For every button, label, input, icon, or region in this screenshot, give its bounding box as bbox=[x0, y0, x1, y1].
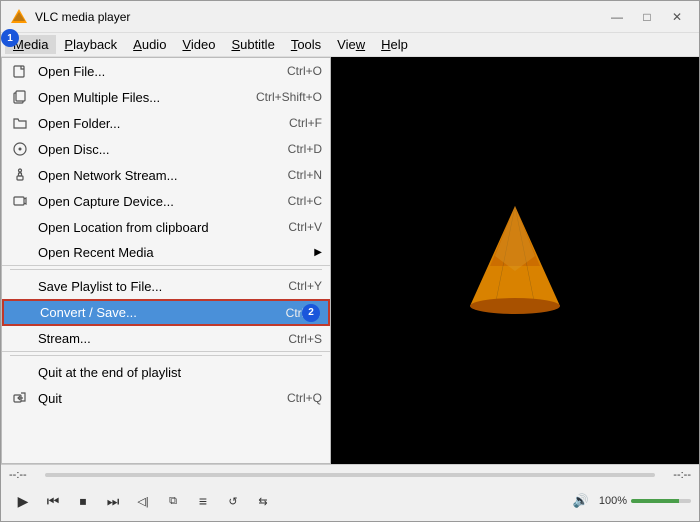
menu-tools[interactable]: Tools bbox=[283, 35, 329, 54]
stream-shortcut: Ctrl+S bbox=[288, 332, 322, 346]
menu-open-file[interactable]: Open File... Ctrl+O bbox=[2, 58, 330, 84]
quit-icon bbox=[10, 388, 30, 408]
open-network-label: Open Network Stream... bbox=[38, 168, 268, 183]
content-area: Open File... Ctrl+O Open Multiple Files.… bbox=[1, 57, 699, 464]
open-file-label: Open File... bbox=[38, 64, 267, 79]
separator-1 bbox=[10, 269, 322, 270]
save-playlist-icon bbox=[10, 276, 30, 296]
video-area bbox=[331, 57, 699, 464]
window-controls: — □ ✕ bbox=[603, 6, 691, 28]
media-dropdown: Open File... Ctrl+O Open Multiple Files.… bbox=[1, 57, 331, 464]
playlist-button[interactable]: ≡ bbox=[189, 487, 217, 515]
vlc-window: VLC media player — □ ✕ 1 Media Playback … bbox=[0, 0, 700, 522]
menu-view[interactable]: View bbox=[329, 35, 373, 54]
shuffle-button[interactable]: ⇆ bbox=[249, 487, 277, 515]
menu-media[interactable]: 1 Media bbox=[5, 35, 56, 54]
quit-end-label: Quit at the end of playlist bbox=[38, 365, 322, 380]
menu-subtitle[interactable]: Subtitle bbox=[223, 35, 282, 54]
seek-bar-row: --:-- --:-- bbox=[1, 465, 699, 483]
open-clipboard-shortcut: Ctrl+V bbox=[288, 220, 322, 234]
open-folder-shortcut: Ctrl+F bbox=[289, 116, 322, 130]
bottom-controls: --:-- --:-- ▶ ⏮ ⏹ ⏭ ◁| ⧉ ≡ ↺ ⇆ 🔊 100% bbox=[1, 464, 699, 521]
time-right: --:-- bbox=[661, 469, 691, 481]
menu-playback[interactable]: Playback bbox=[56, 35, 125, 54]
open-network-icon bbox=[10, 165, 30, 185]
volume-label: 100% bbox=[599, 495, 627, 507]
open-capture-icon bbox=[10, 191, 30, 211]
extended-button[interactable]: ⧉ bbox=[159, 487, 187, 515]
menu-convert[interactable]: Convert / Save... Ctrl+R 2 bbox=[2, 299, 330, 326]
open-clipboard-label: Open Location from clipboard bbox=[38, 220, 268, 235]
menu-save-playlist[interactable]: Save Playlist to File... Ctrl+Y bbox=[2, 273, 330, 299]
play-button[interactable]: ▶ bbox=[9, 487, 37, 515]
maximize-button[interactable]: □ bbox=[633, 6, 661, 28]
volume-area: 🔊 100% bbox=[567, 487, 691, 515]
stop-button[interactable]: ⏹ bbox=[69, 487, 97, 515]
next-button[interactable]: ⏭ bbox=[99, 487, 127, 515]
open-file-shortcut: Ctrl+O bbox=[287, 64, 322, 78]
menu-open-disc[interactable]: Open Disc... Ctrl+D bbox=[2, 136, 330, 162]
minimize-button[interactable]: — bbox=[603, 6, 631, 28]
menu-quit[interactable]: Quit Ctrl+Q bbox=[2, 385, 330, 411]
menu-stream[interactable]: Stream... Ctrl+S bbox=[2, 326, 330, 352]
open-multiple-icon bbox=[10, 87, 30, 107]
loop-button[interactable]: ↺ bbox=[219, 487, 247, 515]
open-recent-arrow: ▶ bbox=[314, 247, 322, 258]
titlebar: VLC media player — □ ✕ bbox=[1, 1, 699, 33]
volume-bar[interactable] bbox=[631, 499, 691, 503]
open-folder-icon bbox=[10, 113, 30, 133]
open-multiple-label: Open Multiple Files... bbox=[38, 90, 236, 105]
open-capture-label: Open Capture Device... bbox=[38, 194, 268, 209]
prev-button[interactable]: ⏮ bbox=[39, 487, 67, 515]
stream-label: Stream... bbox=[38, 331, 268, 346]
controls-row: ▶ ⏮ ⏹ ⏭ ◁| ⧉ ≡ ↺ ⇆ 🔊 100% bbox=[1, 483, 699, 521]
save-playlist-shortcut: Ctrl+Y bbox=[288, 279, 322, 293]
stream-icon bbox=[10, 329, 30, 349]
open-multiple-shortcut: Ctrl+Shift+O bbox=[256, 90, 322, 104]
window-title: VLC media player bbox=[35, 10, 603, 24]
seek-bar[interactable] bbox=[45, 473, 655, 477]
convert-label: Convert / Save... bbox=[40, 305, 266, 320]
open-folder-label: Open Folder... bbox=[38, 116, 269, 131]
quit-end-icon bbox=[10, 362, 30, 382]
media-badge: 1 bbox=[1, 29, 19, 47]
open-recent-label: Open Recent Media bbox=[38, 245, 304, 260]
quit-shortcut: Ctrl+Q bbox=[287, 391, 322, 405]
menu-open-folder[interactable]: Open Folder... Ctrl+F bbox=[2, 110, 330, 136]
menu-video[interactable]: Video bbox=[174, 35, 223, 54]
convert-badge: 2 bbox=[302, 304, 320, 322]
open-capture-shortcut: Ctrl+C bbox=[288, 194, 322, 208]
menu-open-clipboard[interactable]: Open Location from clipboard Ctrl+V bbox=[2, 214, 330, 240]
menu-open-capture[interactable]: Open Capture Device... Ctrl+C bbox=[2, 188, 330, 214]
menu-open-recent[interactable]: Open Recent Media ▶ bbox=[2, 240, 330, 266]
vlc-icon bbox=[9, 7, 29, 27]
open-disc-icon bbox=[10, 139, 30, 159]
open-network-shortcut: Ctrl+N bbox=[288, 168, 322, 182]
time-left: --:-- bbox=[9, 469, 39, 481]
convert-icon bbox=[12, 303, 32, 323]
menu-help[interactable]: Help bbox=[373, 35, 416, 54]
open-disc-shortcut: Ctrl+D bbox=[288, 142, 322, 156]
menu-open-multiple[interactable]: Open Multiple Files... Ctrl+Shift+O bbox=[2, 84, 330, 110]
menu-quit-end[interactable]: Quit at the end of playlist bbox=[2, 359, 330, 385]
menu-audio[interactable]: Audio bbox=[125, 35, 174, 54]
menubar: 1 Media Playback Audio Video Subtitle To… bbox=[1, 33, 699, 57]
close-button[interactable]: ✕ bbox=[663, 6, 691, 28]
save-playlist-label: Save Playlist to File... bbox=[38, 279, 268, 294]
open-disc-label: Open Disc... bbox=[38, 142, 268, 157]
open-clipboard-icon bbox=[10, 217, 30, 237]
separator-2 bbox=[10, 355, 322, 356]
vlc-cone bbox=[331, 57, 699, 464]
quit-label: Quit bbox=[38, 391, 267, 406]
menu-open-network[interactable]: Open Network Stream... Ctrl+N bbox=[2, 162, 330, 188]
open-recent-icon bbox=[10, 243, 30, 263]
open-file-icon bbox=[10, 61, 30, 81]
frame-prev-button[interactable]: ◁| bbox=[129, 487, 157, 515]
mute-button[interactable]: 🔊 bbox=[567, 487, 595, 515]
